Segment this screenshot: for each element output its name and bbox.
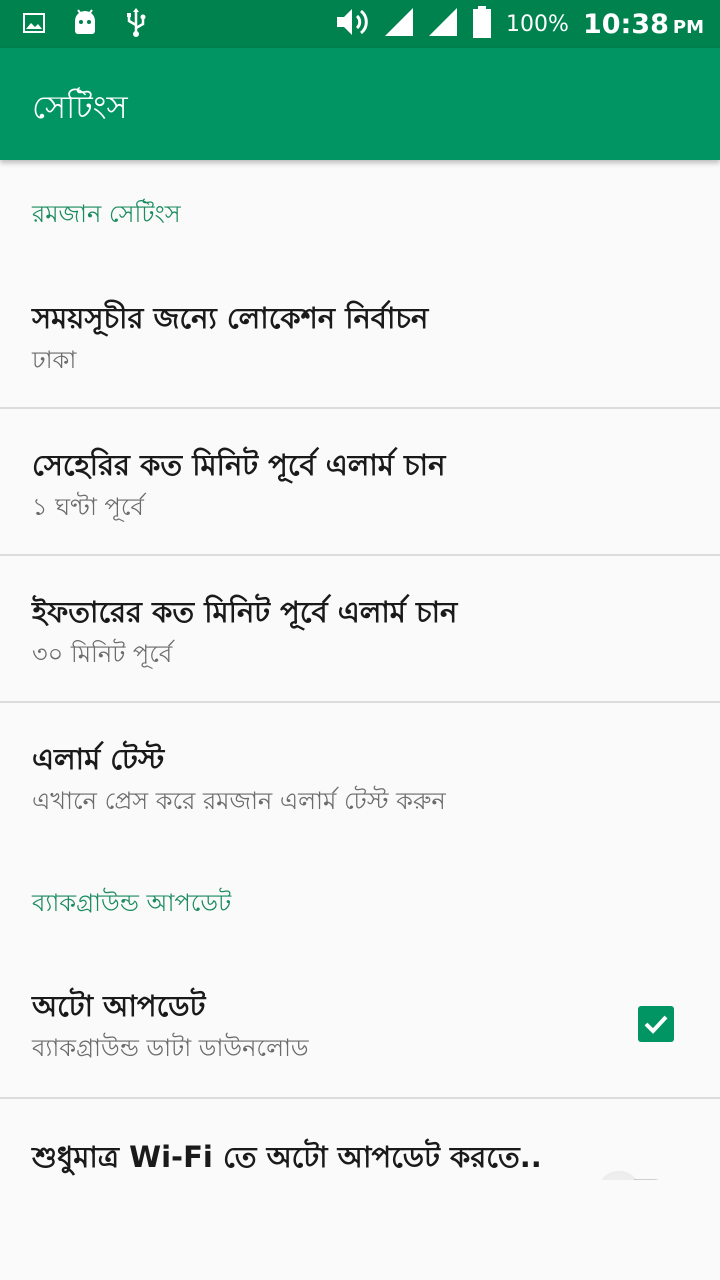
signal-icon [384, 7, 414, 41]
bottom-blank-area [0, 1180, 720, 1280]
pref-sehri-alarm-title: সেহেরির কত মিনিট পূর্বে এলার্ম চান [32, 448, 446, 482]
clock-time: 10:38 [582, 8, 669, 40]
status-bar: 100% 10:38 PM [0, 0, 720, 48]
pref-alarm-test[interactable]: এলার্ম টেস্ট এখানে প্রেস করে রমজান এলার্… [0, 703, 720, 848]
check-icon [644, 1015, 668, 1034]
pref-auto-update[interactable]: অটো আপডেট ব্যাকগ্রাউন্ড ডাটা ডাউনলোড [0, 940, 720, 1097]
volume-icon [334, 4, 370, 44]
pref-location-summary: ঢাকা [32, 346, 77, 374]
settings-list[interactable]: রমজান সেটিংস সময়সূচীর জন্যে লোকেশন নির্… [0, 160, 720, 1180]
pref-alarm-test-summary: এখানে প্রেস করে রমজান এলার্ম টেস্ট করুন [32, 787, 446, 815]
android-icon [72, 9, 98, 41]
pref-wifi-only-title: শুধুমাত্র Wi-Fi তে অটো আপডেট করতে.. [32, 1140, 542, 1174]
pref-location[interactable]: সময়সূচীর জন্যে লোকেশন নির্বাচন ঢাকা [0, 248, 720, 408]
page-title: সেটিংস [32, 88, 128, 126]
signal-icon [428, 7, 458, 41]
clock: 10:38 PM [583, 9, 704, 40]
status-bar-notifications [22, 8, 148, 42]
pref-auto-update-title: অটো আপডেট [32, 989, 206, 1023]
status-bar-system: 100% 10:38 PM [334, 4, 704, 44]
usb-icon [124, 8, 148, 42]
pref-iftar-alarm-summary: ৩০ মিনিট পূর্বে [32, 640, 173, 668]
clock-ampm: PM [672, 16, 704, 38]
pref-location-title: সময়সূচীর জন্যে লোকেশন নির্বাচন [32, 301, 429, 335]
battery-percent: 100% [506, 11, 569, 37]
pref-sehri-alarm[interactable]: সেহেরির কত মিনিট পূর্বে এলার্ম চান ১ ঘণ্… [0, 409, 720, 554]
pref-alarm-test-title: এলার্ম টেস্ট [32, 742, 165, 776]
image-icon [22, 11, 46, 39]
battery-icon [472, 6, 492, 42]
section-header-ramadan: রমজান সেটিংস [32, 200, 181, 228]
app-bar: সেটিংস [0, 48, 720, 160]
pref-sehri-alarm-summary: ১ ঘণ্টা পূর্বে [32, 493, 144, 521]
pref-auto-update-summary: ব্যাকগ্রাউন্ড ডাটা ডাউনলোড [32, 1034, 309, 1062]
pref-iftar-alarm-title: ইফতারের কত মিনিট পূর্বে এলার্ম চান [32, 595, 458, 629]
wifi-only-toggle-thumb[interactable] [600, 1172, 638, 1180]
pref-iftar-alarm[interactable]: ইফতারের কত মিনিট পূর্বে এলার্ম চান ৩০ মি… [0, 556, 720, 701]
section-header-background: ব্যাকগ্রাউন্ড আপডেট [32, 889, 232, 917]
pref-wifi-only[interactable]: শুধুমাত্র Wi-Fi তে অটো আপডেট করতে.. [0, 1099, 720, 1180]
auto-update-checkbox[interactable] [638, 1006, 674, 1042]
